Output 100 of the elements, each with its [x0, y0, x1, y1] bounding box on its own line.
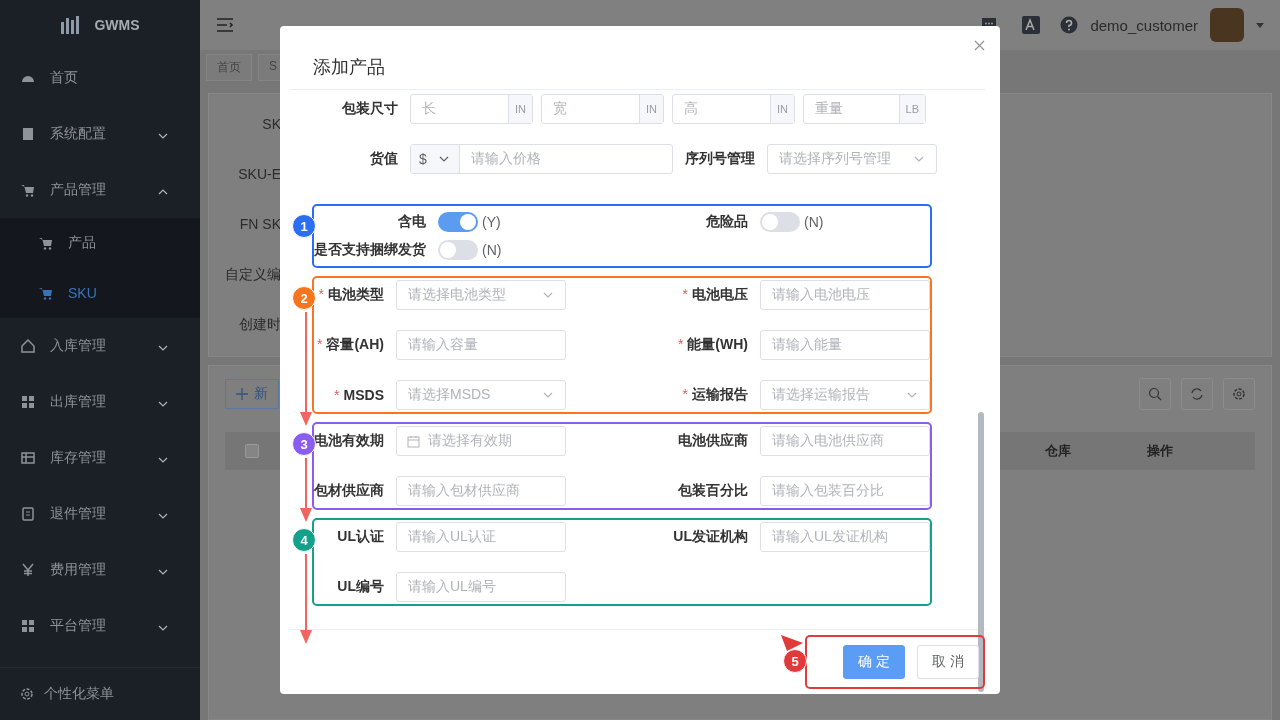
price-field[interactable]: $ 请输入价格 [410, 144, 673, 174]
caret-icon[interactable] [1256, 22, 1264, 28]
field-label: * 电池类型 [317, 286, 384, 304]
field-label: 包装尺寸 [341, 100, 398, 118]
input-field[interactable]: 重量 LB [803, 94, 926, 124]
calendar-icon [407, 434, 420, 448]
username[interactable]: demo_customer [1090, 16, 1198, 34]
date-field[interactable]: 请选择有效期 [396, 426, 566, 456]
search-button[interactable] [1139, 378, 1171, 410]
confirm-button[interactable]: 确 定 [843, 645, 906, 679]
yen-icon [20, 562, 36, 578]
submenu-item[interactable]: 产品 [0, 218, 200, 268]
input-field[interactable]: 请输入包材供应商 [396, 476, 566, 506]
scrollbar-thumb[interactable] [978, 412, 984, 692]
input-field[interactable]: 高 IN [672, 94, 795, 124]
step-badge: 4 [292, 528, 316, 552]
translate-icon[interactable] [1022, 16, 1041, 34]
chevron-down-icon [158, 513, 168, 519]
unit-label: LB [898, 95, 925, 123]
sidebar-item[interactable]: 入库管理 [0, 318, 200, 374]
chevron-down-icon [158, 401, 168, 407]
chevron-down-icon [158, 345, 168, 351]
chevron-down-icon [914, 156, 924, 162]
field-label: UL发证机构 [672, 528, 748, 546]
field-label: 电池供应商 [677, 432, 748, 450]
sidebar-item[interactable]: 系统配置 [0, 106, 200, 162]
switch-state-text: (N) [804, 214, 824, 230]
field-label: 含电 [397, 213, 426, 231]
settings-button[interactable] [1223, 378, 1255, 410]
step-badge: 2 [292, 286, 316, 310]
submenu-item[interactable]: SKU [0, 268, 200, 318]
menu-icon[interactable] [216, 18, 234, 32]
filter-label: 自定义编 [224, 266, 281, 284]
cart-icon [38, 285, 54, 301]
select-all-checkbox[interactable] [245, 444, 259, 458]
input-field[interactable]: 请输入UL认证 [396, 522, 566, 552]
select-field[interactable]: 请选择运输报告 [760, 380, 930, 410]
house-icon [20, 338, 36, 354]
field-label: * 容量(AH) [316, 336, 384, 354]
sidebar-item[interactable]: 库存管理 [0, 430, 200, 486]
select-field[interactable]: 请选择MSDS [396, 380, 566, 410]
receipt-icon [20, 506, 36, 522]
column-header: 仓库 [1045, 442, 1072, 460]
sidebar-item[interactable]: 产品管理 [0, 162, 200, 218]
cancel-button[interactable]: 取 消 [917, 645, 979, 679]
customize-menu-link[interactable]: 个性化菜单 [44, 685, 114, 703]
field-label: 包材供应商 [314, 482, 384, 500]
refresh-icon [1190, 387, 1204, 401]
toggle-switch[interactable] [438, 212, 478, 232]
field-label: * 运输报告 [681, 386, 748, 404]
field-label: 序列号管理 [685, 150, 755, 168]
sidebar-item[interactable]: 退件管理 [0, 486, 200, 542]
app-logo-text: GWMS [94, 17, 140, 33]
sidebar-item[interactable]: 首页 [0, 50, 200, 106]
field-label: 是否支持捆绑发货 [314, 241, 426, 259]
refresh-button[interactable] [1181, 378, 1213, 410]
field-label: UL认证 [336, 528, 384, 546]
close-icon[interactable] [974, 40, 985, 51]
input-field[interactable]: 请输入UL发证机构 [760, 522, 930, 552]
input-field[interactable]: 请输入容量 [396, 330, 566, 360]
sidebar-item[interactable]: 出库管理 [0, 374, 200, 430]
step-badge: 5 [783, 649, 808, 673]
table-icon [20, 450, 36, 466]
filter-label: FN SK [238, 216, 281, 234]
select-field[interactable]: 请选择电池类型 [396, 280, 566, 310]
chevron-down-icon [543, 392, 553, 398]
add-button[interactable]: 新 [225, 379, 279, 409]
help-icon[interactable] [1060, 16, 1079, 34]
input-field[interactable]: 请输入能量 [760, 330, 930, 360]
toggle-switch[interactable] [760, 212, 800, 232]
field-label: * MSDS [333, 387, 384, 403]
chevron-down-icon [438, 156, 449, 162]
input-field[interactable]: 请输入包装百分比 [760, 476, 930, 506]
switch-state-text: (N) [482, 242, 502, 258]
pointer-arrow [781, 635, 804, 651]
field-label: * 电池电压 [681, 286, 748, 304]
chevron-down-icon [907, 392, 917, 398]
input-field[interactable]: 请输入电池电压 [760, 280, 930, 310]
currency-select[interactable]: $ [411, 145, 460, 173]
field-label: 货值 [369, 150, 398, 168]
sidebar-item[interactable]: 费用管理 [0, 542, 200, 598]
input-field[interactable]: 请输入UL编号 [396, 572, 566, 602]
search-icon [1148, 387, 1162, 401]
filter-label: SK [261, 116, 281, 134]
field-label: UL编号 [336, 578, 384, 596]
grid-icon [20, 618, 36, 634]
chevron-down-icon [158, 625, 168, 631]
toggle-switch[interactable] [438, 240, 478, 260]
switch-state-text: (Y) [482, 214, 501, 230]
sidebar-item[interactable]: 平台管理 [0, 598, 200, 654]
filter-label: 创建时 [238, 316, 281, 334]
select-field[interactable]: 请选择序列号管理 [767, 144, 937, 174]
avatar-placeholder[interactable] [1210, 8, 1244, 42]
input-field[interactable]: 长 IN [410, 94, 533, 124]
input-field[interactable]: 宽 IN [541, 94, 664, 124]
chevron-down-icon [543, 292, 553, 298]
input-field[interactable]: 请输入电池供应商 [760, 426, 930, 456]
cart-icon [38, 235, 54, 251]
document-icon [20, 126, 36, 142]
chevron-down-icon [158, 133, 168, 139]
